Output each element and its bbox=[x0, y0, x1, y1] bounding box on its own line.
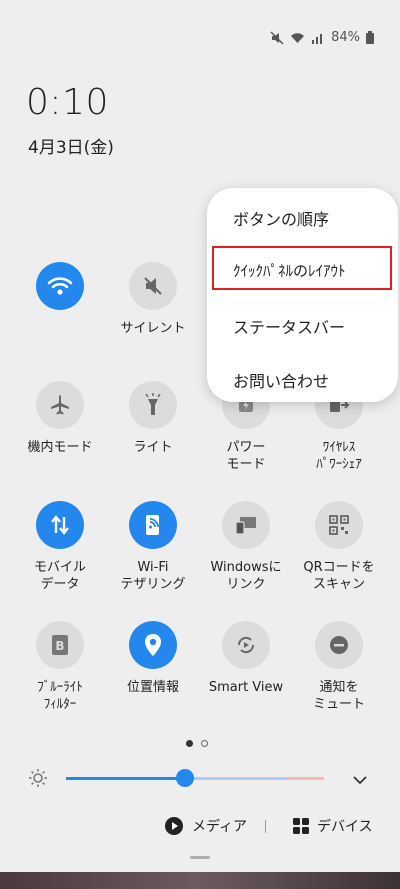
tile-blue-light[interactable]: B ﾌﾞﾙｰﾗｲﾄ ﾌｨﾙﾀｰ bbox=[14, 621, 106, 713]
wallpaper-strip bbox=[0, 872, 400, 889]
tile-airplane[interactable]: 機内モード bbox=[14, 381, 106, 456]
tile-smart-view[interactable]: Smart View bbox=[200, 621, 292, 696]
page-indicator bbox=[186, 740, 208, 747]
airplane-icon[interactable] bbox=[36, 381, 84, 429]
menu-item-panel-layout[interactable]: ｸｲｯｸﾊﾟﾈﾙのﾚｲｱｳﾄ bbox=[233, 260, 346, 281]
menu-item-contact-us[interactable]: お問い合わせ bbox=[233, 368, 329, 392]
drag-handle[interactable] bbox=[190, 856, 210, 859]
tile-label: Wi-Fi テザリング bbox=[120, 560, 186, 592]
tile-silent[interactable]: サイレント bbox=[107, 262, 199, 337]
brightness-icon bbox=[28, 768, 48, 792]
play-icon bbox=[165, 817, 183, 835]
page-dot-active[interactable] bbox=[186, 740, 193, 747]
blue-light-filter-icon[interactable]: B bbox=[36, 621, 84, 669]
wifi-status-icon bbox=[291, 32, 305, 43]
page-dot-inactive[interactable] bbox=[201, 740, 208, 747]
smart-view-icon[interactable] bbox=[222, 621, 270, 669]
location-icon[interactable] bbox=[129, 621, 177, 669]
tile-flashlight[interactable]: ライト bbox=[107, 381, 199, 456]
tile-label: ﾜｲﾔﾚｽ ﾊﾟﾜｰｼｪｱ bbox=[316, 440, 362, 472]
menu-item-button-order[interactable]: ボタンの順序 bbox=[233, 206, 329, 230]
tile-label: ﾌﾞﾙｰﾗｲﾄ ﾌｨﾙﾀｰ bbox=[37, 680, 83, 712]
battery-icon bbox=[366, 31, 374, 44]
tile-location[interactable]: 位置情報 bbox=[107, 621, 199, 696]
tile-label: モバイル データ bbox=[33, 560, 86, 592]
svg-text:B: B bbox=[55, 639, 64, 653]
devices-icon bbox=[293, 818, 309, 834]
media-button[interactable]: メディア bbox=[164, 816, 247, 836]
tile-label: ライト bbox=[133, 440, 173, 455]
hotspot-icon[interactable] bbox=[129, 501, 177, 549]
clock-date[interactable]: 4月3日(金) bbox=[28, 133, 114, 158]
mobile-data-icon[interactable] bbox=[36, 501, 84, 549]
tile-label: 位置情報 bbox=[126, 680, 179, 695]
link-windows-icon[interactable] bbox=[222, 501, 270, 549]
tile-label: QRコードを スキャン bbox=[303, 560, 375, 592]
bottom-bar: メディア デバイス bbox=[0, 812, 400, 842]
tile-mute-notifications[interactable]: 通知を ミュート bbox=[293, 621, 385, 713]
tile-label: Windowsに リンク bbox=[210, 560, 282, 592]
qr-code-icon[interactable] bbox=[315, 501, 363, 549]
devices-button[interactable]: デバイス bbox=[292, 816, 373, 836]
tile-label: パワー モード bbox=[226, 440, 266, 472]
clock-time[interactable]: 0:10 bbox=[26, 82, 109, 123]
wifi-icon[interactable] bbox=[36, 262, 84, 310]
tile-wifi[interactable] bbox=[14, 262, 106, 320]
brightness-track-end bbox=[286, 777, 324, 780]
tile-link-windows[interactable]: Windowsに リンク bbox=[200, 501, 292, 593]
mute-icon bbox=[270, 30, 284, 45]
media-label: メディア bbox=[192, 819, 248, 835]
tile-hotspot[interactable]: Wi-Fi テザリング bbox=[107, 501, 199, 593]
tile-label: Smart View bbox=[208, 680, 284, 695]
devices-label: デバイス bbox=[317, 819, 373, 835]
brightness-thumb[interactable] bbox=[176, 769, 194, 787]
brightness-track-filled bbox=[66, 777, 185, 780]
mute-notifications-icon[interactable] bbox=[315, 621, 363, 669]
status-bar: 84% bbox=[270, 30, 374, 45]
tile-label: 通知を ミュート bbox=[312, 680, 365, 712]
divider bbox=[265, 820, 266, 833]
quick-panel-menu: ボタンの順序 ｸｲｯｸﾊﾟﾈﾙのﾚｲｱｳﾄ ステータスバー お問い合わせ bbox=[207, 188, 398, 402]
signal-icon bbox=[312, 33, 323, 44]
tile-qr-scan[interactable]: QRコードを スキャン bbox=[293, 501, 385, 593]
tile-label: 機内モード bbox=[27, 440, 93, 455]
tile-label: サイレント bbox=[120, 321, 186, 336]
tile-mobile-data[interactable]: モバイル データ bbox=[14, 501, 106, 593]
chevron-down-icon[interactable] bbox=[352, 771, 368, 790]
menu-item-status-bar[interactable]: ステータスバー bbox=[233, 314, 345, 338]
flashlight-icon[interactable] bbox=[129, 381, 177, 429]
brightness-slider[interactable] bbox=[66, 769, 324, 787]
battery-percent: 84% bbox=[331, 30, 360, 45]
brightness-track-rest bbox=[185, 777, 286, 780]
silent-icon[interactable] bbox=[129, 262, 177, 310]
